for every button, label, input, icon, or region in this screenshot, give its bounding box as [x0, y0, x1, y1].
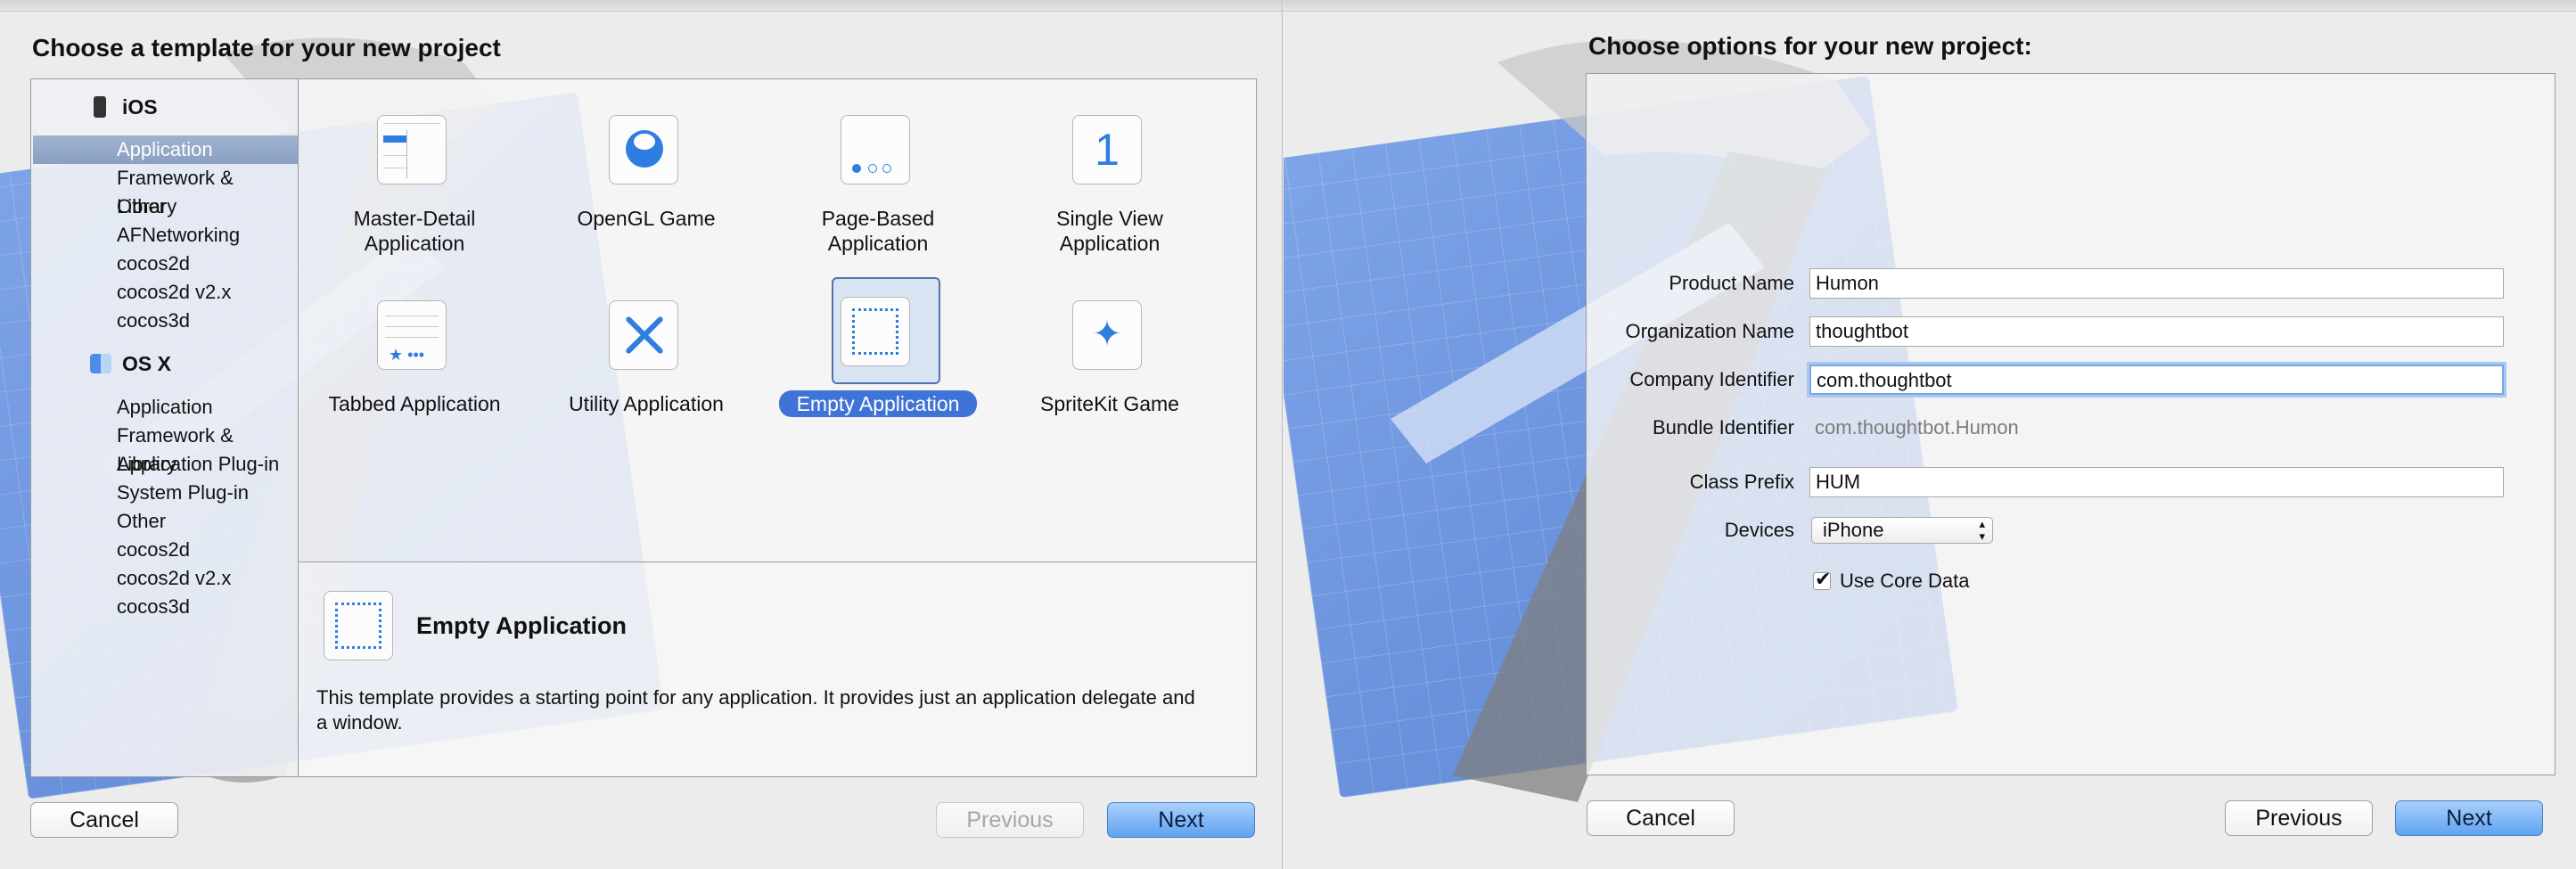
sidebar-item-label: Other — [117, 510, 167, 532]
sidebar-item-label: cocos2d — [117, 252, 190, 275]
window-top-strip — [1284, 0, 2576, 12]
sidebar-item-label: cocos2d — [117, 538, 190, 561]
template-label: Master-Detail Application — [353, 207, 476, 255]
sidebar-item-afnetworking[interactable]: AFNetworking — [33, 221, 299, 250]
template-chooser-pane: Choose a template for your new project i… — [0, 0, 1283, 869]
popup-arrows-icon: ▴ ▾ — [1979, 517, 1985, 543]
template-single-view[interactable]: 1 Single View Application — [994, 104, 1226, 283]
template-utility[interactable]: Utility Application — [530, 290, 762, 468]
template-opengl-game[interactable]: OpenGL Game — [530, 104, 762, 283]
devices-label: Devices — [1724, 519, 1794, 541]
template-category-sidebar: iOS Application Framework & Library Othe… — [30, 78, 299, 777]
template-grid: Master-Detail Application OpenGL Game Pa… — [298, 78, 1257, 563]
iphone-icon — [94, 96, 106, 118]
next-button[interactable]: Next — [1107, 802, 1255, 838]
sidebar-item-ios-cocos3d[interactable]: cocos3d — [33, 307, 299, 335]
class-prefix-field[interactable]: HUM — [1809, 467, 2504, 497]
previous-button[interactable]: Previous — [2225, 800, 2373, 836]
empty-app-icon — [324, 591, 393, 660]
template-master-detail[interactable]: Master-Detail Application — [299, 104, 530, 283]
single-view-glyph: 1 — [1095, 125, 1120, 175]
description-text: This template provides a starting point … — [316, 686, 1195, 734]
product-name-field[interactable]: Humon — [1809, 268, 2504, 299]
sidebar-item-label: System Plug-in — [117, 481, 249, 504]
sidebar-item-label: Application — [117, 396, 213, 418]
company-identifier-label: Company Identifier — [1629, 368, 1794, 390]
project-options-pane: Choose options for your new project: Pro… — [1284, 0, 2576, 869]
sidebar-item-label: Application Plug-in — [117, 453, 280, 475]
organization-name-field[interactable]: thoughtbot — [1809, 316, 2504, 347]
sidebar-header-label: iOS — [122, 95, 158, 119]
sidebar-item-ios-cocos2d[interactable]: cocos2d — [33, 250, 299, 278]
product-name-label: Product Name — [1669, 272, 1794, 294]
spritekit-icon: ✦ — [1072, 300, 1142, 370]
checkmark-icon: ✔ — [1815, 568, 1832, 590]
sidebar-item-label: Application — [117, 138, 213, 160]
sidebar-item-osx-cocos2d-v2[interactable]: cocos2d v2.x — [33, 564, 299, 593]
bundle-identifier-value: com.thoughtbot.Humon — [1815, 416, 2019, 439]
use-core-data-label: Use Core Data — [1840, 570, 1970, 592]
opengl-icon — [609, 115, 678, 184]
sidebar-item-ios-cocos2d-v2[interactable]: cocos2d v2.x — [33, 278, 299, 307]
sidebar-item-osx-cocos2d[interactable]: cocos2d — [33, 536, 299, 564]
description-title: Empty Application — [416, 612, 628, 639]
next-button[interactable]: Next — [2395, 800, 2543, 836]
sidebar-item-label: cocos2d v2.x — [117, 281, 232, 303]
sidebar-item-ios-other[interactable]: Other — [33, 193, 299, 221]
cancel-button[interactable]: Cancel — [30, 802, 178, 838]
template-spritekit[interactable]: ✦ SpriteKit Game — [994, 290, 1226, 468]
sidebar-item-osx-other[interactable]: Other — [33, 507, 299, 536]
sidebar-item-osx-framework-library[interactable]: Framework & Library — [33, 422, 299, 475]
sidebar-item-osx-system-plugin[interactable]: System Plug-in — [33, 479, 299, 507]
mac-finder-icon — [90, 354, 111, 373]
tabbed-icon: ★ ••• — [377, 300, 447, 370]
sidebar-item-osx-application-plugin[interactable]: Application Plug-in — [33, 450, 299, 479]
sidebar-item-ios-framework-library[interactable]: Framework & Library — [33, 164, 299, 217]
bundle-identifier-label: Bundle Identifier — [1653, 416, 1794, 439]
use-core-data-checkbox[interactable]: ✔ — [1813, 568, 1831, 590]
sidebar-item-label: cocos3d — [117, 595, 190, 618]
sidebar-item-label: Other — [117, 195, 167, 217]
sidebar-item-label: AFNetworking — [117, 224, 241, 246]
previous-button[interactable]: Previous — [936, 802, 1084, 838]
master-detail-icon — [377, 115, 447, 184]
sidebar-item-ios-application[interactable]: Application — [33, 135, 299, 164]
template-label: SpriteKit Game — [1040, 392, 1179, 415]
empty-app-icon — [841, 297, 910, 366]
template-label: Single View Application — [1056, 207, 1163, 255]
sidebar-item-label: cocos2d v2.x — [117, 567, 232, 589]
template-label: Empty Application — [762, 390, 994, 417]
devices-popup[interactable]: iPhone ▴ ▾ — [1811, 517, 1993, 544]
sidebar-item-osx-cocos3d[interactable]: cocos3d — [33, 593, 299, 621]
template-tabbed[interactable]: ★ ••• Tabbed Application — [299, 290, 530, 468]
sidebar-item-osx-application[interactable]: Application — [33, 393, 299, 422]
template-description: Empty Application This template provides… — [298, 562, 1257, 777]
template-label: Tabbed Application — [328, 392, 501, 415]
devices-popup-value: iPhone — [1823, 519, 1884, 541]
template-label: Utility Application — [569, 392, 724, 415]
single-view-icon: 1 — [1072, 115, 1142, 184]
template-label: Page-Based Application — [821, 207, 935, 255]
template-page-based[interactable]: Page-Based Application — [762, 104, 994, 283]
template-label-text: Empty Application — [778, 390, 978, 417]
page-title: Choose a template for your new project — [32, 34, 501, 61]
template-empty-application[interactable]: Empty Application — [762, 275, 994, 454]
utility-icon — [609, 300, 678, 370]
organization-name-label: Organization Name — [1625, 320, 1794, 342]
window-top-strip — [0, 0, 1282, 12]
page-based-icon — [841, 115, 910, 184]
page-title: Choose options for your new project: — [1588, 32, 2032, 60]
class-prefix-label: Class Prefix — [1689, 471, 1794, 493]
sidebar-item-label: cocos3d — [117, 309, 190, 332]
sidebar-header-label: OS X — [122, 352, 171, 375]
company-identifier-field[interactable]: com.thoughtbot — [1809, 365, 2504, 395]
cancel-button[interactable]: Cancel — [1587, 800, 1735, 836]
template-label: OpenGL Game — [577, 207, 716, 230]
